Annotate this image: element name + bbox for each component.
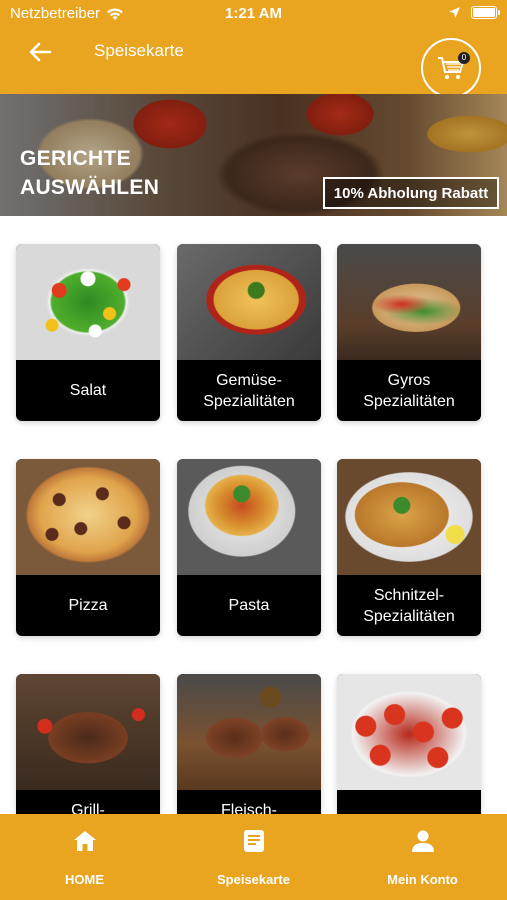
category-label: Grill- (71, 802, 105, 814)
wurst-image (337, 674, 481, 790)
grill-image (16, 674, 160, 790)
user-icon (411, 830, 434, 852)
page-title: Speisekarte (94, 41, 184, 60)
location-arrow-icon (449, 7, 460, 18)
banner-title-line2: AUSWÄHLEN (20, 176, 160, 199)
category-tile-wurst[interactable] (337, 674, 481, 814)
category-label (337, 790, 481, 814)
category-label: Salat (69, 382, 107, 399)
pasta-image (177, 459, 321, 575)
category-tile-pasta[interactable]: Pasta (177, 459, 321, 636)
category-tile-pizza[interactable]: Pizza (16, 459, 160, 636)
nav-mein-konto[interactable]: Mein Konto (338, 814, 507, 900)
status-bar: Netzbetreiber 1:21 AM (0, 0, 507, 28)
nav-speisekarte[interactable]: Speisekarte (169, 814, 338, 900)
category-label: Fleisch- (220, 802, 277, 814)
category-tile-fleisch[interactable]: Fleisch- (177, 674, 321, 814)
home-icon (73, 831, 96, 851)
banner-title-line1: GERICHTE (20, 147, 131, 170)
salat-image (16, 244, 160, 360)
arrow-left-icon (29, 42, 52, 62)
cart-count-badge: 0 (458, 52, 470, 64)
promo-banner: GERICHTE AUSWÄHLEN 10% Abholung Rabatt (0, 94, 507, 216)
category-tile-gemuese[interactable]: Gemüse- Spezialitäten (177, 244, 321, 421)
cart-button[interactable]: 0 (421, 38, 481, 98)
category-label: Gyros Spezialitäten (363, 371, 455, 410)
category-label: Schnitzel- Spezialitäten (363, 586, 455, 625)
category-label: Gemüse- Spezialitäten (203, 371, 295, 410)
menu-list-icon (243, 830, 264, 852)
discount-badge: 10% Abholung Rabatt (323, 177, 499, 209)
category-tile-grill[interactable]: Grill- (16, 674, 160, 814)
status-right (448, 6, 500, 19)
bottom-nav: HOME Speisekarte Mein Konto (0, 814, 507, 900)
schnitzel-image (337, 459, 481, 575)
fleisch-image (177, 674, 321, 790)
category-tile-salat[interactable]: Salat (16, 244, 160, 421)
category-grid: Salat Gemüse- Spezialitäten Gyros Spezia… (0, 216, 507, 814)
gyros-image (337, 244, 481, 360)
category-label: Pasta (228, 597, 270, 614)
battery-icon (471, 6, 500, 19)
category-label: Pizza (68, 597, 108, 614)
nav-mein-konto-label: Mein Konto (387, 872, 458, 887)
back-button[interactable] (26, 38, 54, 66)
nav-speisekarte-label: Speisekarte (217, 872, 290, 887)
gemuese-image (177, 244, 321, 360)
pizza-image (16, 459, 160, 575)
banner-title: GERICHTE AUSWÄHLEN (20, 144, 220, 202)
app-header: Netzbetreiber 1:21 AM Speisekarte 0 (0, 0, 507, 98)
status-time: 1:21 AM (225, 5, 282, 22)
category-tile-gyros[interactable]: Gyros Spezialitäten (337, 244, 481, 421)
nav-home-label: HOME (65, 872, 104, 887)
category-tile-schnitzel[interactable]: Schnitzel- Spezialitäten (337, 459, 481, 636)
nav-home[interactable]: HOME (0, 814, 169, 900)
